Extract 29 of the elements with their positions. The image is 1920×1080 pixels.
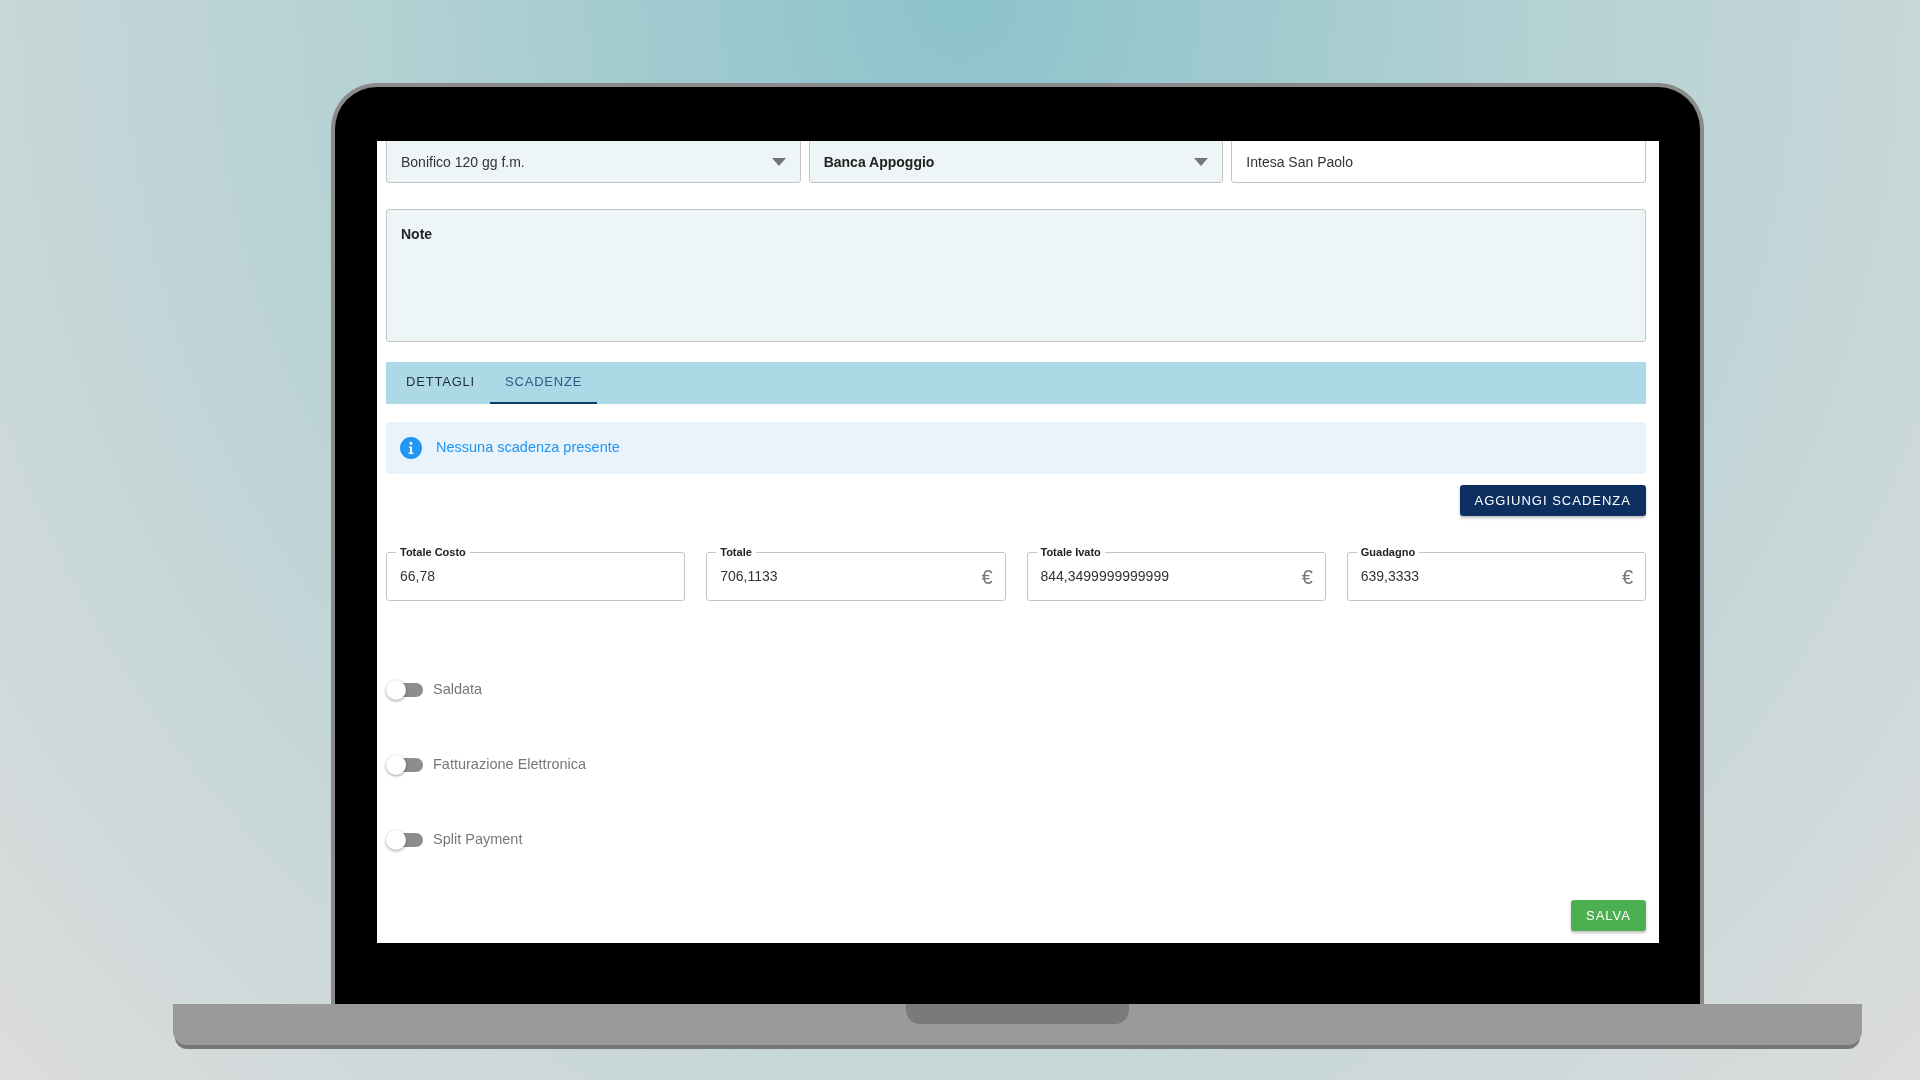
toggle-label: Saldata: [433, 680, 483, 700]
field-value: 844,3499999999999: [1040, 567, 1170, 586]
toggle-switch[interactable]: [389, 683, 423, 697]
toggle-label: Fatturazione Elettronica: [433, 755, 587, 775]
field-value: 639,3333: [1360, 567, 1421, 586]
notes-label: Note: [401, 226, 433, 242]
field-value: 66,78: [400, 567, 437, 586]
add-deadline-button[interactable]: AGGIUNGI SCADENZA: [1459, 485, 1646, 516]
select-field[interactable]: Banca Appoggio: [808, 141, 1224, 183]
select-field[interactable]: Bonifico 120 gg f.m.: [386, 141, 801, 183]
toggle-switch[interactable]: [389, 758, 423, 772]
currency-symbol: €: [1621, 564, 1633, 590]
currency-symbol: €: [981, 564, 993, 590]
currency-symbol: €: [1301, 564, 1313, 590]
field-label: Totale Ivato: [1036, 545, 1105, 559]
tab[interactable]: DETTAGLI: [391, 362, 490, 404]
field-value: 706,1133: [720, 567, 779, 586]
dropdown-arrow-icon: [771, 158, 786, 166]
field-label: Guadagno: [1356, 545, 1420, 559]
input-field[interactable]: Intesa San Paolo: [1231, 141, 1646, 183]
tab[interactable]: SCADENZE: [490, 362, 598, 404]
notes-field[interactable]: Note: [386, 209, 1646, 342]
toggle-label: Split Payment: [433, 830, 523, 850]
field-label: Totale: [716, 545, 756, 559]
field-label: Totale Costo: [396, 545, 470, 559]
alert-message: Nessuna scadenza presente: [436, 438, 620, 458]
dropdown-arrow-icon: [1194, 158, 1209, 166]
info-icon: [400, 437, 422, 459]
toggle-switch[interactable]: [389, 833, 423, 847]
